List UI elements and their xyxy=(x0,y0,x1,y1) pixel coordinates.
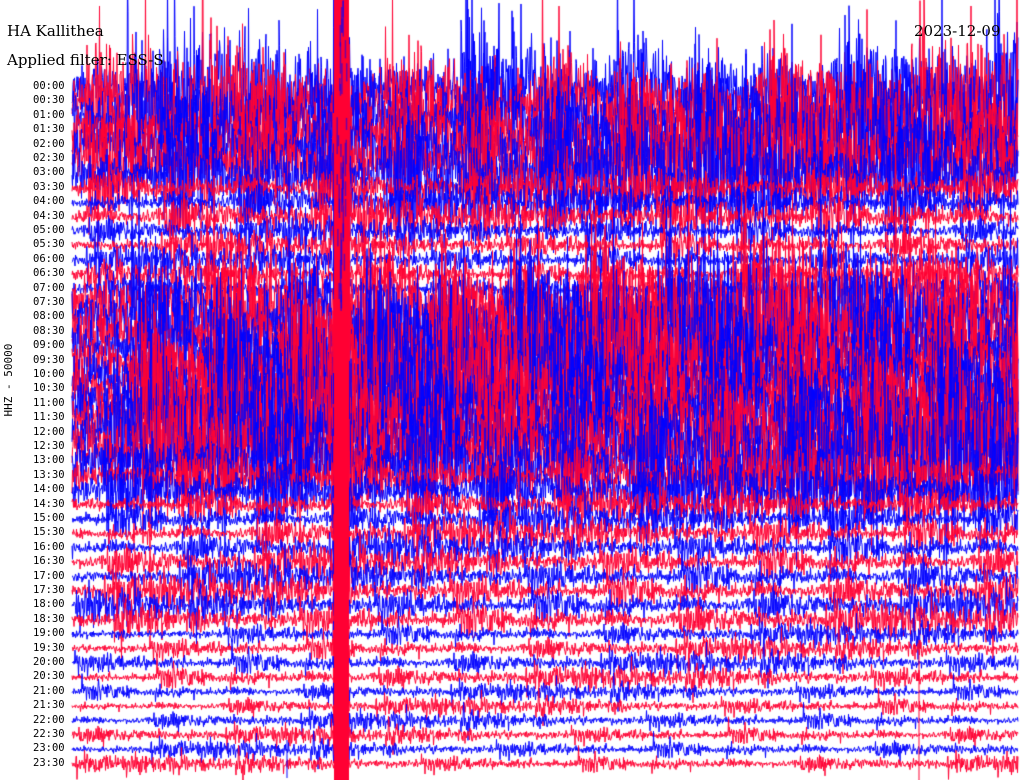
time-tick-label: 05:00 xyxy=(33,224,65,236)
filter-label: Applied filter: ESS-S xyxy=(7,51,164,69)
time-tick-label: 17:30 xyxy=(33,584,65,596)
time-tick-label: 03:00 xyxy=(33,166,65,179)
helicorder-plot xyxy=(0,0,1024,780)
time-tick-label: 12:00 xyxy=(33,425,65,438)
time-tick-label: 13:00 xyxy=(33,454,65,467)
time-tick-label: 09:00 xyxy=(33,339,65,352)
time-tick-label: 20:30 xyxy=(33,670,65,683)
time-tick-label: 18:00 xyxy=(33,598,65,611)
time-tick-label: 07:00 xyxy=(33,281,65,294)
time-tick-label: 07:30 xyxy=(33,296,65,308)
time-tick-label: 09:30 xyxy=(33,353,65,366)
time-tick-label: 03:30 xyxy=(33,180,65,193)
time-tick-label: 01:00 xyxy=(33,108,65,121)
time-tick-label: 10:30 xyxy=(33,382,65,395)
time-tick-label: 13:30 xyxy=(33,468,65,481)
time-tick-label: 22:30 xyxy=(33,728,65,740)
time-tick-label: 15:00 xyxy=(33,512,65,524)
time-tick-label: 23:00 xyxy=(33,742,65,755)
time-tick-label: 04:30 xyxy=(33,209,65,222)
time-tick-label: 12:30 xyxy=(33,440,65,452)
time-tick-label: 11:00 xyxy=(33,396,65,409)
time-tick-label: 08:30 xyxy=(33,324,65,337)
time-tick-label: 02:30 xyxy=(33,152,65,164)
time-tick-label: 08:00 xyxy=(33,310,65,323)
date-label: 2023-12-09 xyxy=(914,22,1001,40)
station-title: HA Kallithea xyxy=(7,22,104,40)
time-tick-label: 16:00 xyxy=(33,540,65,553)
y-axis-label: HHZ - 50000 xyxy=(2,343,15,417)
time-tick-label: 16:30 xyxy=(33,555,65,568)
time-tick-label: 04:00 xyxy=(33,195,65,208)
time-tick-label: 00:00 xyxy=(33,80,65,92)
time-tick-label: 00:30 xyxy=(33,94,65,107)
time-tick-label: 06:00 xyxy=(33,252,65,265)
time-tick-label: 10:00 xyxy=(33,368,65,380)
time-tick-label: 22:00 xyxy=(33,713,65,726)
time-tick-label: 18:30 xyxy=(33,612,65,625)
time-tick-label: 05:30 xyxy=(33,238,65,251)
time-tick-label: 06:30 xyxy=(33,267,65,280)
time-tick-label: 14:00 xyxy=(33,483,65,496)
time-tick-label: 15:30 xyxy=(33,526,65,539)
time-tick-label: 23:30 xyxy=(33,756,65,769)
time-tick-label: 21:00 xyxy=(33,684,65,697)
time-tick-label: 02:00 xyxy=(33,137,65,150)
time-tick-label: 21:30 xyxy=(33,699,65,712)
time-tick-label: 01:30 xyxy=(33,123,65,136)
time-tick-label: 17:00 xyxy=(33,569,65,582)
time-tick-label: 11:30 xyxy=(33,411,65,424)
time-tick-label: 14:30 xyxy=(33,497,65,510)
time-tick-label: 19:00 xyxy=(33,627,65,640)
time-tick-label: 20:00 xyxy=(33,656,65,668)
time-tick-label: 19:30 xyxy=(33,641,65,654)
